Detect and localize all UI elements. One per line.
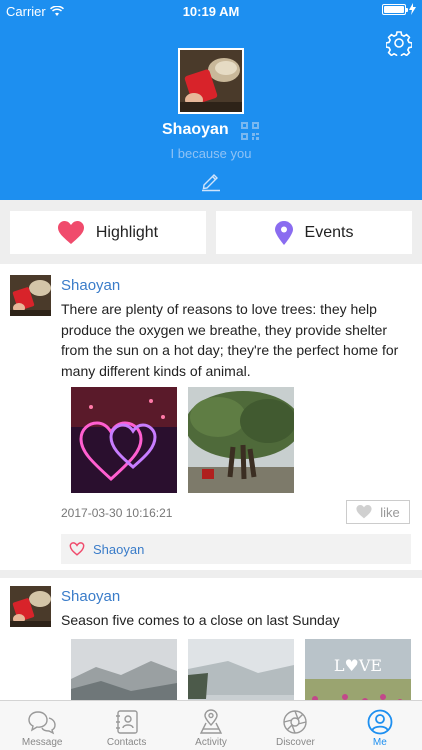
- profile-actions: Highlight Events: [0, 200, 422, 264]
- settings-gear-icon[interactable]: [386, 30, 412, 56]
- location-pin-icon: [274, 220, 293, 245]
- me-icon: [367, 709, 393, 735]
- profile-avatar[interactable]: [178, 48, 244, 114]
- tab-contacts[interactable]: Contacts: [84, 701, 168, 750]
- post-text: Season five comes to a close on last Sun…: [61, 612, 340, 628]
- tab-label: Message: [21, 737, 63, 748]
- moments-feed[interactable]: Shaoyan There are plenty of reasons to l…: [0, 264, 422, 700]
- post-image-misty-hills[interactable]: [71, 639, 177, 700]
- likes-bar: Shaoyan: [61, 534, 411, 564]
- tab-activity[interactable]: Activity: [169, 701, 253, 750]
- tab-label: Contacts: [106, 737, 147, 748]
- post-username[interactable]: Shaoyan: [61, 588, 120, 605]
- post-image-neon-hearts[interactable]: [71, 387, 177, 493]
- post-avatar[interactable]: [10, 275, 51, 316]
- profile-signature: I because you: [170, 146, 252, 161]
- battery-icon: [382, 3, 408, 15]
- discover-icon: [283, 710, 308, 734]
- post-image-love-flowers[interactable]: L♥VE: [305, 639, 411, 700]
- like-button[interactable]: like: [346, 500, 410, 524]
- heart-icon: [57, 220, 84, 244]
- post-divider: [0, 570, 422, 578]
- status-bar: Carrier 10:19 AM: [0, 0, 422, 22]
- edit-pencil-icon[interactable]: [200, 170, 222, 192]
- tab-bar: Message Contacts Activity Discover Me: [0, 700, 422, 750]
- post-text: There are plenty of reasons to love tree…: [61, 301, 399, 379]
- tab-discover[interactable]: Discover: [253, 701, 337, 750]
- tab-me[interactable]: Me: [338, 701, 422, 750]
- highlight-label: Highlight: [95, 223, 159, 241]
- contacts-icon: [115, 710, 138, 734]
- charging-icon: [409, 3, 416, 15]
- heart-outline-icon: [69, 542, 85, 556]
- events-button[interactable]: Events: [216, 211, 412, 254]
- tab-message[interactable]: Message: [0, 701, 84, 750]
- tab-label: Activity: [195, 737, 227, 748]
- profile-name: Shaoyan: [162, 121, 229, 138]
- clock: 10:19 AM: [182, 4, 240, 19]
- events-label: Events: [304, 223, 354, 241]
- feed-post: Shaoyan Season five comes to a close on …: [0, 578, 422, 700]
- post-image-lake-view[interactable]: [188, 639, 294, 700]
- activity-icon: [199, 709, 223, 734]
- post-timestamp: 2017-03-30 10:16:21: [61, 506, 173, 520]
- feed-post: Shaoyan There are plenty of reasons to l…: [0, 264, 422, 570]
- highlight-button[interactable]: Highlight: [10, 211, 206, 254]
- qr-code-icon[interactable]: [241, 122, 259, 140]
- tab-label: Discover: [275, 737, 315, 748]
- like-label: like: [380, 504, 400, 520]
- love-sign-text: L♥VE: [334, 656, 382, 675]
- heart-outline-icon: [356, 505, 372, 519]
- post-avatar[interactable]: [10, 586, 51, 627]
- profile-header: Carrier 10:19 AM Shaoyan I because you: [0, 0, 422, 200]
- message-icon: [28, 711, 56, 735]
- post-username[interactable]: Shaoyan: [61, 277, 120, 294]
- post-image-banyan-tree[interactable]: [188, 387, 294, 493]
- liked-by-user[interactable]: Shaoyan: [93, 542, 144, 557]
- tab-label: Me: [372, 737, 387, 748]
